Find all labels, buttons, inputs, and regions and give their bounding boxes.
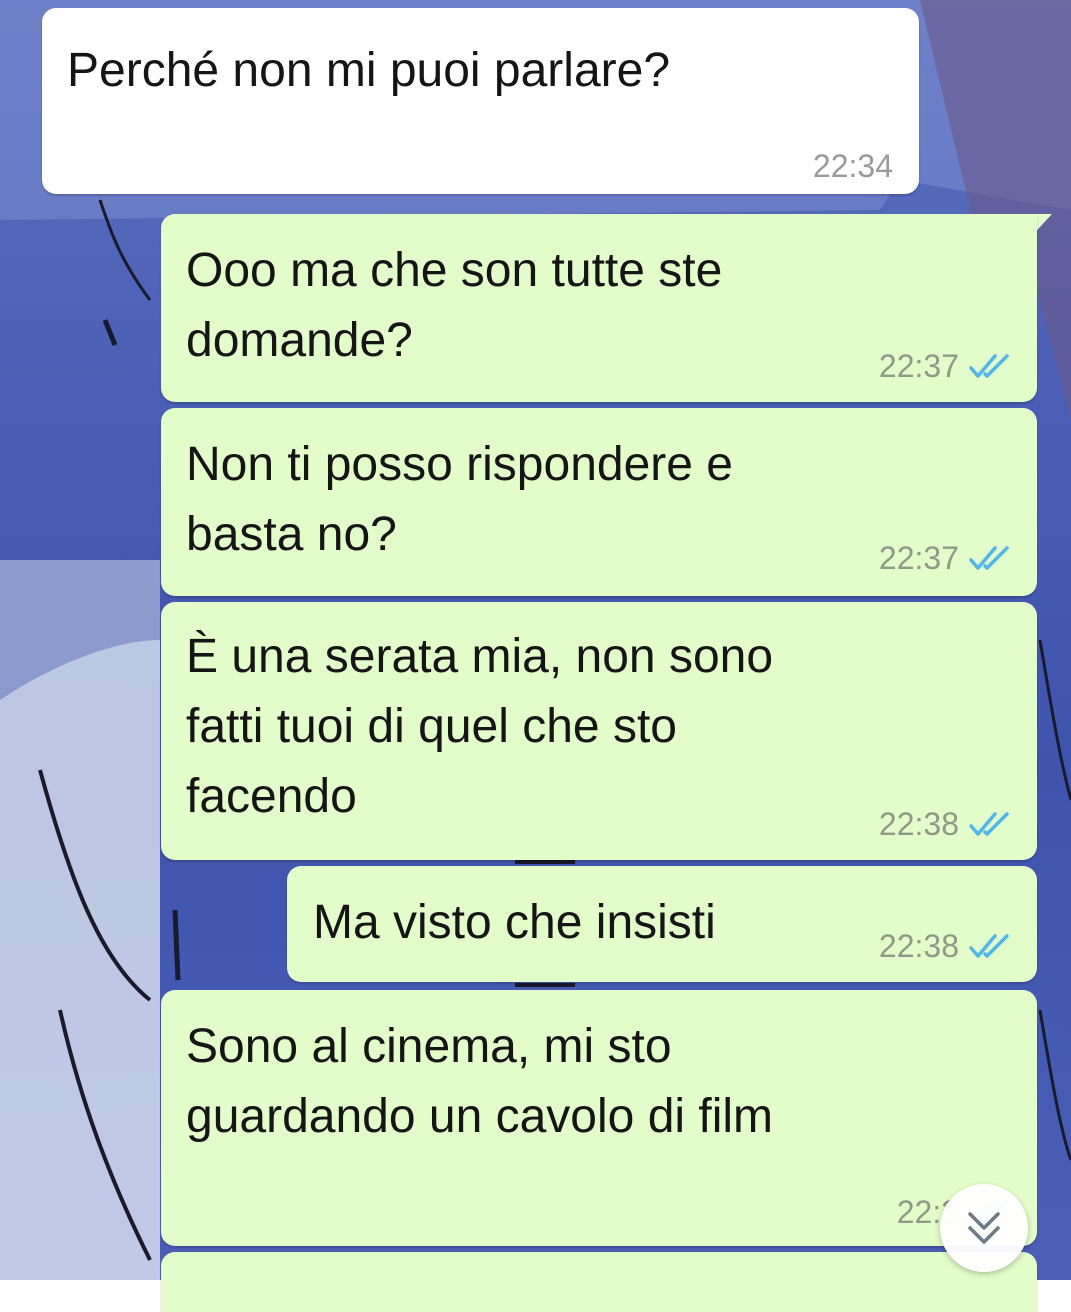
message-meta: 22:38 xyxy=(879,926,1013,966)
read-double-check-icon xyxy=(969,354,1009,378)
message-meta: 22:37 xyxy=(879,346,1013,386)
message-text: Perché non mi puoi parlare? xyxy=(67,44,671,97)
outgoing-message-bubble[interactable]: È una serata mia, non sono fatti tuoi di… xyxy=(161,602,1037,860)
outgoing-message-bubble[interactable]: Non ti posso rispondere e basta no? 22:3… xyxy=(161,408,1037,596)
message-time: 22:37 xyxy=(878,348,959,384)
message-time: 22:38 xyxy=(878,806,959,842)
message-text: È una serata mia, non sono fatti tuoi di… xyxy=(186,630,774,823)
read-double-check-icon xyxy=(969,812,1009,836)
read-double-check-icon xyxy=(969,546,1009,570)
outgoing-message-bubble[interactable]: Sono al cinema, mi sto guardando un cavo… xyxy=(161,990,1037,1246)
message-meta: 22:38 xyxy=(879,804,1013,844)
message-meta: 22:34 xyxy=(813,146,893,186)
read-double-check-icon xyxy=(969,934,1009,958)
message-text: Ooo ma che son tutte ste domande? xyxy=(186,244,723,367)
message-time: 22:38 xyxy=(878,928,959,964)
message-text: Non ti posso rispondere e basta no? xyxy=(186,438,733,561)
message-time: 22:34 xyxy=(812,148,893,184)
message-text: Sono al cinema, mi sto guardando un cavo… xyxy=(186,1020,774,1143)
outgoing-message-bubble-partial[interactable] xyxy=(161,1252,1037,1312)
message-meta: 22:37 xyxy=(879,538,1013,578)
message-text: Ma visto che insisti xyxy=(313,896,716,949)
message-time: 22:37 xyxy=(878,540,959,576)
double-chevron-down-icon xyxy=(968,1212,1000,1244)
incoming-message-bubble[interactable]: Perché non mi puoi parlare? 22:34 xyxy=(42,8,919,194)
scroll-to-bottom-button[interactable] xyxy=(940,1184,1028,1272)
outgoing-message-bubble[interactable]: Ooo ma che son tutte ste domande? 22:37 xyxy=(161,214,1037,402)
outgoing-message-bubble[interactable]: Ma visto che insisti 22:38 xyxy=(287,866,1037,982)
